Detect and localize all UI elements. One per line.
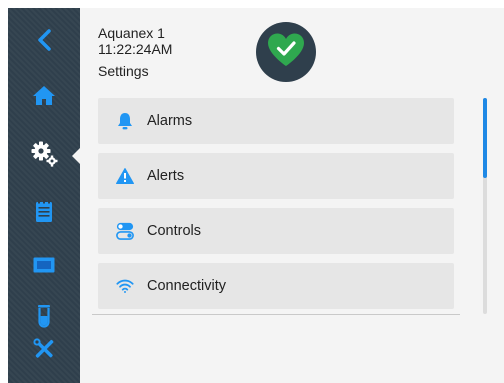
heart-check-icon: [266, 32, 306, 73]
toggle-icon: [116, 222, 134, 240]
notepad-icon: [35, 199, 53, 223]
sidebar-nav: [8, 8, 81, 383]
divider: [92, 314, 460, 315]
gears-icon: [30, 141, 58, 167]
tools-icon: [33, 338, 55, 360]
menu-item-alerts[interactable]: Alerts: [98, 153, 454, 199]
device-name: Aquanex 1: [98, 25, 165, 41]
home-icon: [32, 84, 56, 106]
menu-item-label: Connectivity: [147, 278, 226, 294]
wifi-icon: [116, 277, 134, 295]
sidebar-item-log[interactable]: [8, 188, 80, 234]
bell-icon: [116, 112, 134, 130]
clock-time: 11:22:24AM: [98, 41, 173, 57]
settings-panel: Aquanex 1 11:22:24AM Settings Alarms Ale…: [80, 8, 504, 383]
device-header: Aquanex 1 11:22:24AM Settings: [98, 25, 172, 79]
sidebar-item-display[interactable]: [8, 242, 80, 288]
page-title: Settings: [98, 63, 149, 79]
screen-icon: [33, 257, 55, 273]
menu-item-label: Alarms: [147, 113, 193, 129]
back-button[interactable]: [8, 17, 80, 63]
sidebar-item-home[interactable]: [8, 72, 80, 118]
menu-item-controls[interactable]: Controls: [98, 208, 454, 254]
settings-menu: Alarms Alerts Controls Connectivity: [98, 98, 454, 318]
chevron-left-icon: [36, 29, 52, 51]
scrollbar-thumb[interactable]: [483, 98, 487, 178]
sidebar-item-settings[interactable]: [8, 131, 80, 177]
status-badge[interactable]: [256, 22, 316, 82]
sidebar-item-tools[interactable]: [8, 326, 80, 372]
warning-icon: [116, 167, 134, 185]
test-tube-icon: [37, 304, 51, 328]
menu-item-label: Controls: [147, 223, 201, 239]
menu-item-alarms[interactable]: Alarms: [98, 98, 454, 144]
menu-item-label: Alerts: [147, 168, 185, 184]
menu-item-connectivity[interactable]: Connectivity: [98, 263, 454, 309]
